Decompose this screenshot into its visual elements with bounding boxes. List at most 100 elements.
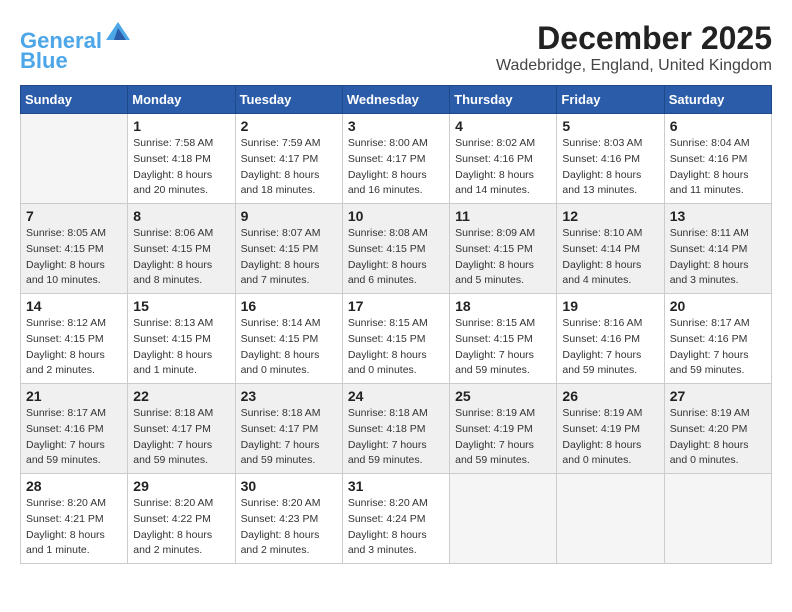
- day-number: 16: [241, 298, 337, 314]
- weekday-header-wednesday: Wednesday: [342, 86, 449, 114]
- calendar-cell: [450, 474, 557, 564]
- day-info: Sunrise: 8:20 AMSunset: 4:22 PMDaylight:…: [133, 496, 229, 559]
- day-info: Sunrise: 8:20 AMSunset: 4:21 PMDaylight:…: [26, 496, 122, 559]
- day-info: Sunrise: 7:58 AMSunset: 4:18 PMDaylight:…: [133, 136, 229, 199]
- calendar-cell: 26 Sunrise: 8:19 AMSunset: 4:19 PMDayligh…: [557, 384, 664, 474]
- day-info: Sunrise: 8:08 AMSunset: 4:15 PMDaylight:…: [348, 226, 444, 289]
- calendar-cell: 14Sunrise: 8:12 AMSunset: 4:15 PMDayligh…: [21, 294, 128, 384]
- calendar-cell: 28 Sunrise: 8:20 AMSunset: 4:21 PMDayligh…: [21, 474, 128, 564]
- day-number: 20: [670, 298, 766, 314]
- day-info: Sunrise: 8:14 AMSunset: 4:15 PMDaylight:…: [241, 316, 337, 379]
- day-info: Sunrise: 8:17 AMSunset: 4:16 PMDaylight:…: [670, 316, 766, 379]
- calendar-cell: 19 Sunrise: 8:16 AMSunset: 4:16 PMDayligh…: [557, 294, 664, 384]
- day-number: 23: [241, 388, 337, 404]
- calendar-cell: 29 Sunrise: 8:20 AMSunset: 4:22 PMDayligh…: [128, 474, 235, 564]
- weekday-header-thursday: Thursday: [450, 86, 557, 114]
- title-area: December 2025 Wadebridge, England, Unite…: [496, 20, 772, 75]
- calendar-cell: 24 Sunrise: 8:18 AMSunset: 4:18 PMDayligh…: [342, 384, 449, 474]
- day-info: Sunrise: 8:12 AMSunset: 4:15 PMDaylight:…: [26, 316, 122, 379]
- calendar-cell: 3Sunrise: 8:00 AMSunset: 4:17 PMDaylight…: [342, 114, 449, 204]
- weekday-header-row: SundayMondayTuesdayWednesdayThursdayFrid…: [21, 86, 772, 114]
- day-number: 5: [562, 118, 658, 134]
- calendar-cell: 4 Sunrise: 8:02 AMSunset: 4:16 PMDaylight…: [450, 114, 557, 204]
- weekday-header-friday: Friday: [557, 86, 664, 114]
- calendar-cell: 7 Sunrise: 8:05 AMSunset: 4:15 PMDaylight…: [21, 204, 128, 294]
- calendar-cell: 12 Sunrise: 8:10 AMSunset: 4:14 PMDayligh…: [557, 204, 664, 294]
- calendar-cell: [664, 474, 771, 564]
- day-number: 25: [455, 388, 551, 404]
- weekday-header-sunday: Sunday: [21, 86, 128, 114]
- calendar-cell: 18Sunrise: 8:15 AMSunset: 4:15 PMDayligh…: [450, 294, 557, 384]
- week-row-4: 21Sunrise: 8:17 AMSunset: 4:16 PMDayligh…: [21, 384, 772, 474]
- day-number: 9: [241, 208, 337, 224]
- day-info: Sunrise: 8:07 AMSunset: 4:15 PMDaylight:…: [241, 226, 337, 289]
- day-info: Sunrise: 8:18 AMSunset: 4:17 PMDaylight:…: [133, 406, 229, 469]
- calendar-cell: 27Sunrise: 8:19 AMSunset: 4:20 PMDayligh…: [664, 384, 771, 474]
- calendar-cell: 5 Sunrise: 8:03 AMSunset: 4:16 PMDaylight…: [557, 114, 664, 204]
- location-text: Wadebridge, England, United Kingdom: [496, 57, 772, 75]
- day-number: 13: [670, 208, 766, 224]
- calendar-cell: 25Sunrise: 8:19 AMSunset: 4:19 PMDayligh…: [450, 384, 557, 474]
- calendar-cell: 10 Sunrise: 8:08 AMSunset: 4:15 PMDayligh…: [342, 204, 449, 294]
- day-info: Sunrise: 8:19 AMSunset: 4:19 PMDaylight:…: [562, 406, 658, 469]
- day-info: Sunrise: 7:59 AMSunset: 4:17 PMDaylight:…: [241, 136, 337, 199]
- calendar-cell: 6 Sunrise: 8:04 AMSunset: 4:16 PMDaylight…: [664, 114, 771, 204]
- day-number: 1: [133, 118, 229, 134]
- calendar-cell: 16 Sunrise: 8:14 AMSunset: 4:15 PMDayligh…: [235, 294, 342, 384]
- day-info: Sunrise: 8:06 AMSunset: 4:15 PMDaylight:…: [133, 226, 229, 289]
- calendar-cell: 30Sunrise: 8:20 AMSunset: 4:23 PMDayligh…: [235, 474, 342, 564]
- day-number: 29: [133, 478, 229, 494]
- calendar-cell: [21, 114, 128, 204]
- day-info: Sunrise: 8:19 AMSunset: 4:20 PMDaylight:…: [670, 406, 766, 469]
- day-info: Sunrise: 8:18 AMSunset: 4:17 PMDaylight:…: [241, 406, 337, 469]
- calendar-table: SundayMondayTuesdayWednesdayThursdayFrid…: [20, 85, 772, 564]
- day-info: Sunrise: 8:16 AMSunset: 4:16 PMDaylight:…: [562, 316, 658, 379]
- day-info: Sunrise: 8:03 AMSunset: 4:16 PMDaylight:…: [562, 136, 658, 199]
- calendar-cell: 20 Sunrise: 8:17 AMSunset: 4:16 PMDayligh…: [664, 294, 771, 384]
- page-header: General Blue December 2025 Wadebridge, E…: [20, 20, 772, 75]
- day-number: 4: [455, 118, 551, 134]
- day-number: 12: [562, 208, 658, 224]
- day-number: 26: [562, 388, 658, 404]
- weekday-header-monday: Monday: [128, 86, 235, 114]
- calendar-cell: 8 Sunrise: 8:06 AMSunset: 4:15 PMDaylight…: [128, 204, 235, 294]
- day-info: Sunrise: 8:13 AMSunset: 4:15 PMDaylight:…: [133, 316, 229, 379]
- day-info: Sunrise: 8:04 AMSunset: 4:16 PMDaylight:…: [670, 136, 766, 199]
- day-info: Sunrise: 8:18 AMSunset: 4:18 PMDaylight:…: [348, 406, 444, 469]
- day-number: 24: [348, 388, 444, 404]
- day-number: 18: [455, 298, 551, 314]
- calendar-cell: 2 Sunrise: 7:59 AMSunset: 4:17 PMDaylight…: [235, 114, 342, 204]
- calendar-cell: 23 Sunrise: 8:18 AMSunset: 4:17 PMDayligh…: [235, 384, 342, 474]
- day-info: Sunrise: 8:05 AMSunset: 4:15 PMDaylight:…: [26, 226, 122, 289]
- week-row-3: 14Sunrise: 8:12 AMSunset: 4:15 PMDayligh…: [21, 294, 772, 384]
- calendar-cell: 9 Sunrise: 8:07 AMSunset: 4:15 PMDaylight…: [235, 204, 342, 294]
- day-number: 2: [241, 118, 337, 134]
- day-info: Sunrise: 8:15 AMSunset: 4:15 PMDaylight:…: [348, 316, 444, 379]
- weekday-header-tuesday: Tuesday: [235, 86, 342, 114]
- day-number: 8: [133, 208, 229, 224]
- calendar-cell: 21Sunrise: 8:17 AMSunset: 4:16 PMDayligh…: [21, 384, 128, 474]
- day-info: Sunrise: 8:17 AMSunset: 4:16 PMDaylight:…: [26, 406, 122, 469]
- day-number: 28: [26, 478, 122, 494]
- day-info: Sunrise: 8:02 AMSunset: 4:16 PMDaylight:…: [455, 136, 551, 199]
- day-number: 22: [133, 388, 229, 404]
- logo-icon: [104, 20, 132, 48]
- day-number: 11: [455, 208, 551, 224]
- day-number: 7: [26, 208, 122, 224]
- week-row-5: 28 Sunrise: 8:20 AMSunset: 4:21 PMDayligh…: [21, 474, 772, 564]
- day-number: 17: [348, 298, 444, 314]
- month-title: December 2025: [496, 20, 772, 57]
- calendar-cell: 15Sunrise: 8:13 AMSunset: 4:15 PMDayligh…: [128, 294, 235, 384]
- day-number: 30: [241, 478, 337, 494]
- day-number: 19: [562, 298, 658, 314]
- week-row-1: 1 Sunrise: 7:58 AMSunset: 4:18 PMDaylight…: [21, 114, 772, 204]
- day-info: Sunrise: 8:11 AMSunset: 4:14 PMDaylight:…: [670, 226, 766, 289]
- day-number: 10: [348, 208, 444, 224]
- day-number: 6: [670, 118, 766, 134]
- day-info: Sunrise: 8:09 AMSunset: 4:15 PMDaylight:…: [455, 226, 551, 289]
- day-info: Sunrise: 8:10 AMSunset: 4:14 PMDaylight:…: [562, 226, 658, 289]
- calendar-cell: 11 Sunrise: 8:09 AMSunset: 4:15 PMDayligh…: [450, 204, 557, 294]
- day-number: 3: [348, 118, 444, 134]
- calendar-cell: 17 Sunrise: 8:15 AMSunset: 4:15 PMDayligh…: [342, 294, 449, 384]
- weekday-header-saturday: Saturday: [664, 86, 771, 114]
